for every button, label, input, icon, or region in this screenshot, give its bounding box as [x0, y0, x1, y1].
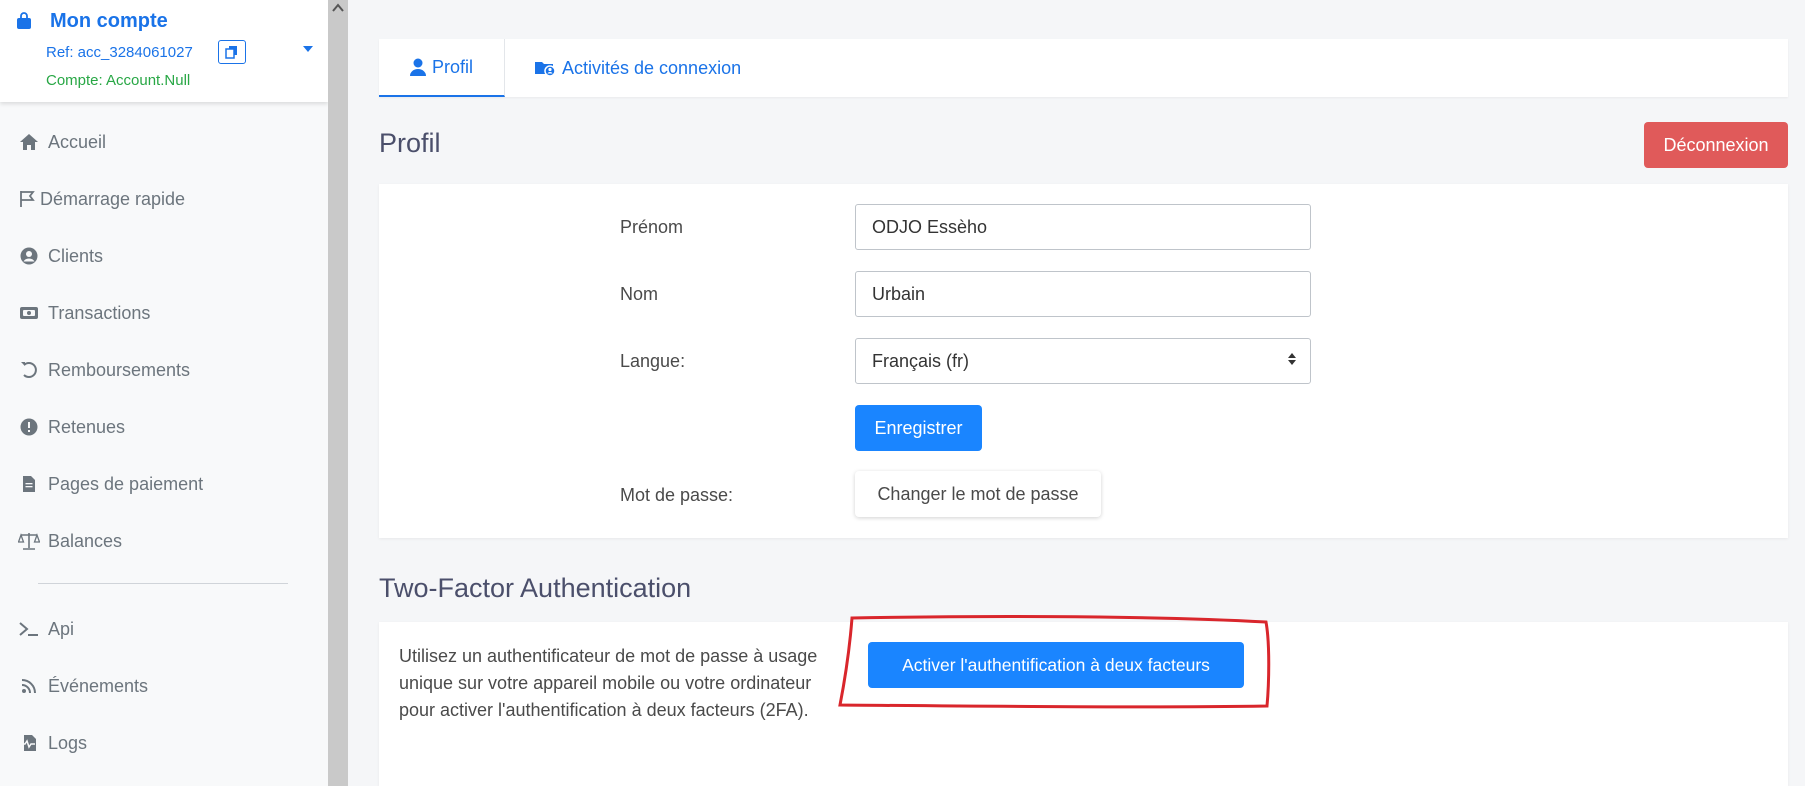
- folder-user-icon: [534, 59, 556, 77]
- sidebar-item-evenements[interactable]: Événements: [18, 671, 148, 701]
- account-title: Mon compte: [50, 10, 168, 32]
- exclamation-icon: [18, 416, 40, 438]
- sidebar-item-remboursements[interactable]: Remboursements: [18, 355, 190, 385]
- firstname-input[interactable]: ODJO Essèho: [855, 204, 1311, 250]
- sidebar-item-transactions[interactable]: Transactions: [18, 298, 150, 328]
- twofa-description: Utilisez un authentificateur de mot de p…: [399, 646, 818, 720]
- sidebar-scrollbar[interactable]: [328, 0, 348, 786]
- sidebar-item-label: Démarrage rapide: [40, 188, 186, 209]
- select-arrows-icon: [1288, 353, 1296, 365]
- sidebar-item-label: Accueil: [48, 131, 107, 152]
- terminal-icon: [18, 618, 40, 640]
- twofa-heading: Two-Factor Authentication: [379, 573, 692, 603]
- sidebar-item-label: Transactions: [48, 302, 151, 323]
- sidebar-item-label: Api: [48, 618, 75, 639]
- sidebar-item-label: Clients: [48, 245, 104, 266]
- sidebar-item-demarrage-rapide[interactable]: Démarrage rapide: [18, 184, 185, 214]
- language-select-value: Français (fr): [872, 350, 970, 371]
- money-icon: [18, 302, 40, 324]
- scroll-up-icon[interactable]: [332, 3, 344, 13]
- sidebar-item-label: Logs: [48, 732, 88, 753]
- rss-icon: [18, 675, 40, 697]
- sidebar-item-label: Événements: [48, 675, 149, 696]
- firstname-label: Prénom: [620, 217, 684, 237]
- log-file-icon: [18, 732, 40, 754]
- logout-button[interactable]: Déconnexion: [1644, 122, 1788, 168]
- account-switcher[interactable]: Mon compte Ref: acc_3284061027 Compte: A…: [0, 0, 328, 102]
- home-icon: [18, 131, 40, 153]
- language-select[interactable]: Français (fr): [855, 338, 1311, 384]
- account-ref: Ref: acc_3284061027: [46, 44, 193, 61]
- undo-icon: [18, 359, 40, 381]
- save-button[interactable]: Enregistrer: [855, 405, 982, 451]
- sidebar: Mon compte Ref: acc_3284061027 Compte: A…: [0, 0, 328, 786]
- tab-label: Profil: [431, 56, 473, 77]
- tab-activites-de-connexion[interactable]: Activités de connexion: [534, 39, 741, 97]
- scale-icon: [18, 530, 40, 552]
- account-status: Compte: Account.Null: [46, 72, 191, 89]
- sidebar-item-clients[interactable]: Clients: [18, 241, 103, 271]
- sidebar-item-logs[interactable]: Logs: [18, 728, 87, 758]
- caret-down-icon[interactable]: [303, 46, 313, 52]
- user-circle-icon: [18, 245, 40, 267]
- flag-icon: [18, 188, 36, 210]
- sidebar-item-accueil[interactable]: Accueil: [18, 127, 106, 157]
- tab-profil[interactable]: Profil: [379, 39, 505, 97]
- user-icon: [409, 58, 426, 76]
- sidebar-item-label: Retenues: [48, 416, 126, 437]
- change-password-button[interactable]: Changer le mot de passe: [855, 471, 1101, 517]
- sidebar-item-label: Pages de paiement: [48, 473, 204, 494]
- copy-icon[interactable]: [218, 40, 246, 64]
- password-label: Mot de passe:: [620, 485, 734, 505]
- sidebar-item-balances[interactable]: Balances: [18, 526, 122, 556]
- sidebar-item-label: Remboursements: [48, 359, 191, 380]
- sidebar-divider: [38, 583, 288, 584]
- sidebar-item-api[interactable]: Api: [18, 614, 74, 644]
- tab-bar: Profil Activités de connexion: [379, 39, 1788, 97]
- language-label: Langue:: [620, 351, 686, 371]
- sidebar-item-label: Balances: [48, 530, 123, 551]
- profile-heading: Profil: [379, 128, 441, 158]
- file-icon: [18, 473, 40, 495]
- shopping-bag-icon: [17, 12, 31, 29]
- activate-2fa-button[interactable]: Activer l'authentification à deux facteu…: [868, 642, 1244, 688]
- sidebar-item-retenues[interactable]: Retenues: [18, 412, 125, 442]
- lastname-label: Nom: [620, 284, 659, 304]
- lastname-input[interactable]: Urbain: [855, 271, 1311, 317]
- sidebar-item-pages-de-paiement[interactable]: Pages de paiement: [18, 469, 203, 499]
- tab-label: Activités de connexion: [562, 57, 742, 78]
